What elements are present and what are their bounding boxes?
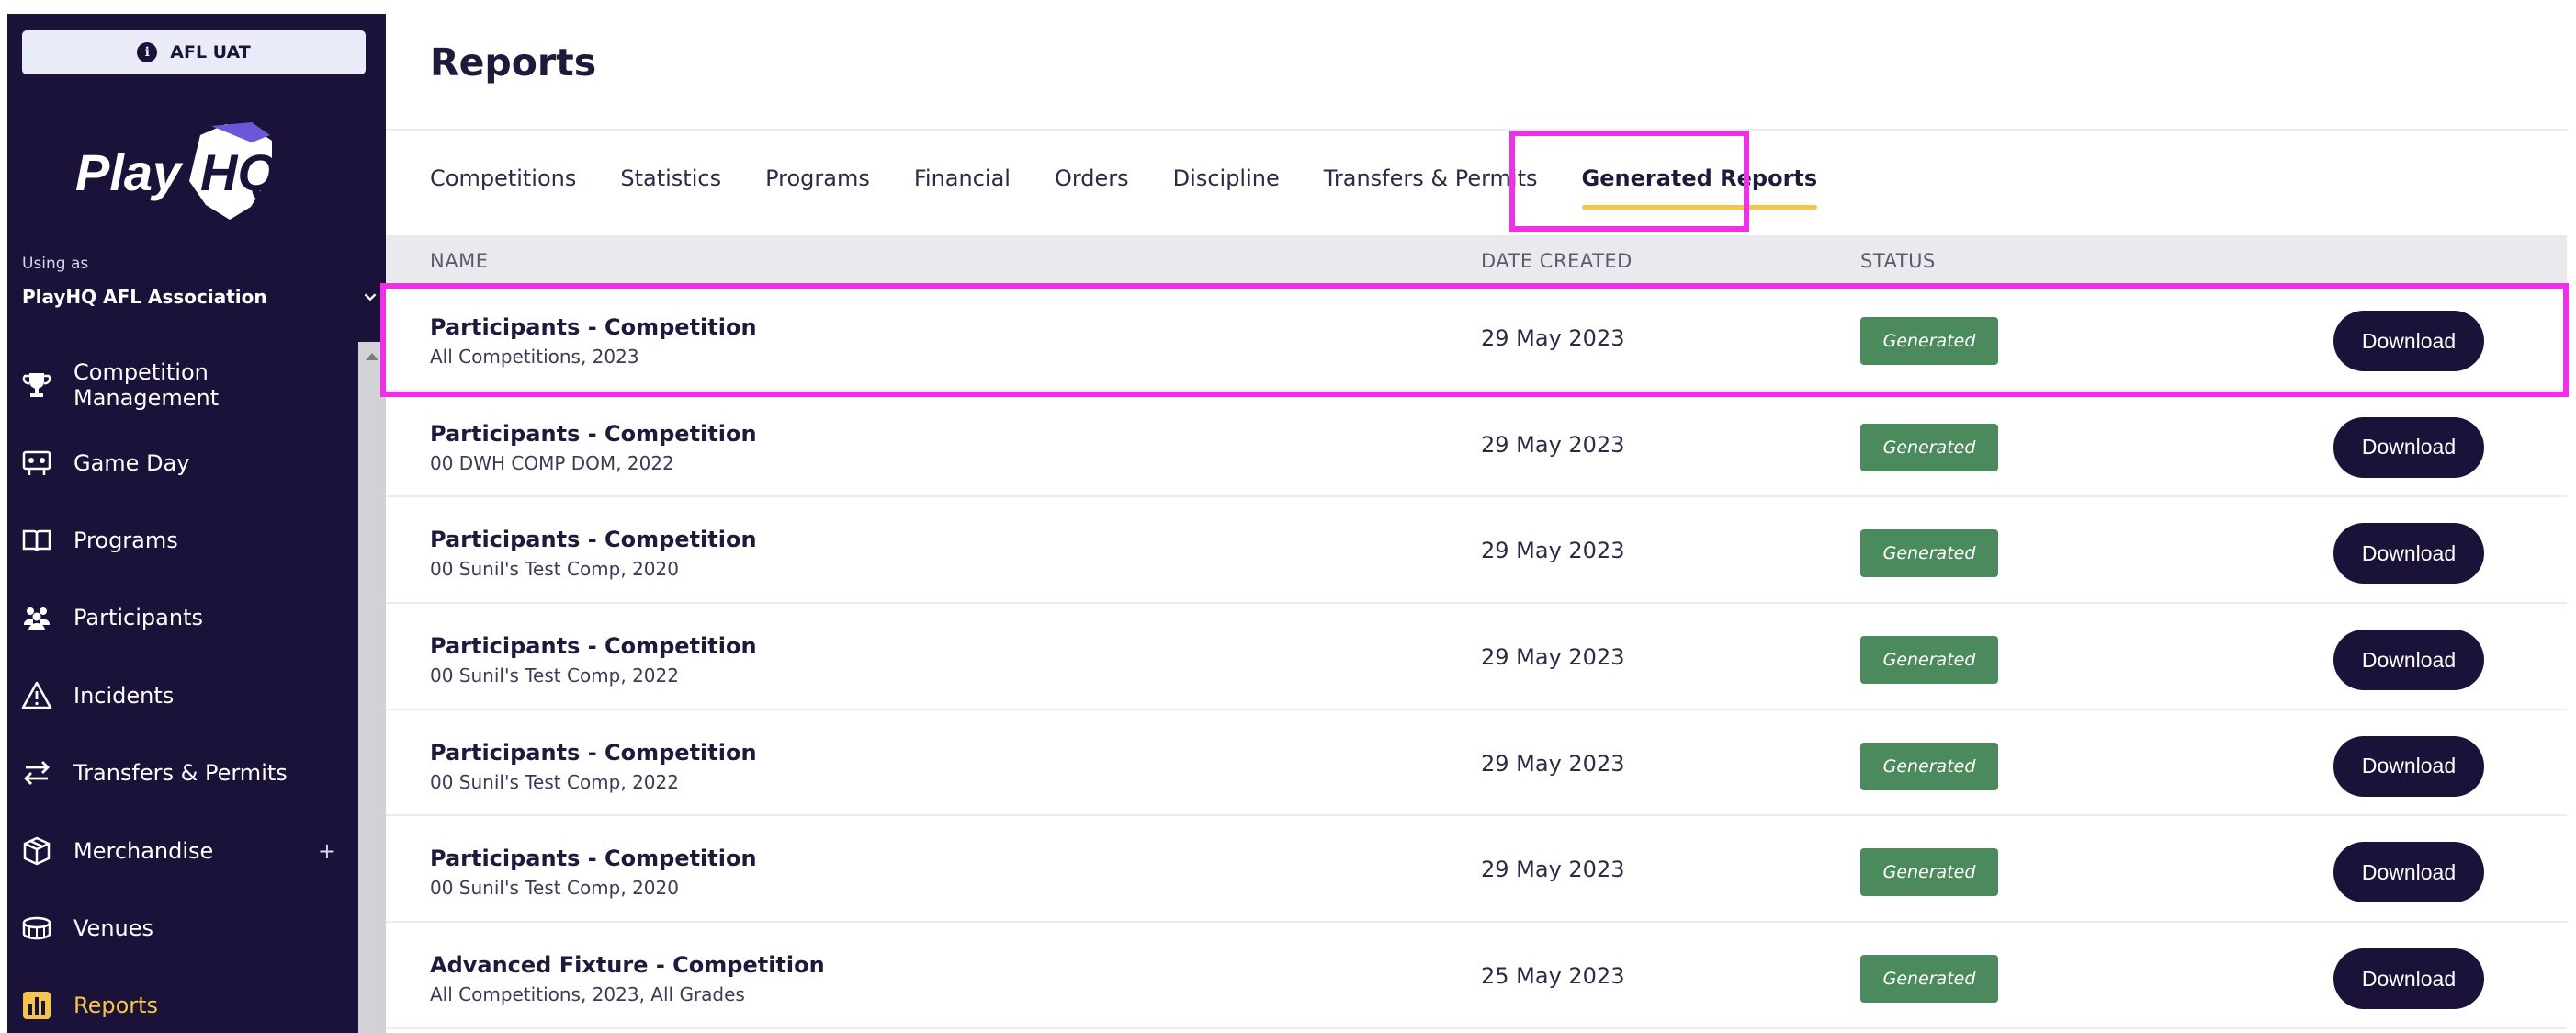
trophy-icon	[22, 373, 51, 398]
nav-item-game-day[interactable]: Game Day	[7, 424, 358, 501]
nav-item-label: Programs	[73, 527, 178, 553]
nav-item-programs[interactable]: Programs	[7, 502, 358, 579]
download-button[interactable]: Download	[2333, 948, 2484, 1010]
chevron-down-icon	[364, 293, 377, 301]
environment-badge[interactable]: i AFL UAT	[22, 30, 366, 74]
reports-icon	[23, 992, 51, 1020]
tab-orders[interactable]: Orders	[1055, 165, 1129, 191]
report-name: Participants - Competition	[430, 633, 757, 660]
report-name: Participants - Competition	[430, 739, 757, 766]
warning-icon	[21, 681, 52, 709]
expand-plus-icon[interactable]: +	[318, 838, 336, 864]
download-button[interactable]: Download	[2333, 416, 2484, 478]
status-badge: Generated	[1860, 955, 1998, 1004]
sidebar-scrollbar[interactable]	[358, 342, 386, 1033]
svg-text:HQ: HQ	[200, 143, 277, 201]
report-name: Participants - Competition	[430, 420, 757, 447]
download-button[interactable]: Download	[2333, 842, 2484, 903]
date-created: 29 May 2023	[1481, 431, 1625, 458]
nav-item-label: Transfers & Permits	[73, 760, 288, 787]
date-created: 25 May 2023	[1481, 963, 1625, 990]
date-created: 29 May 2023	[1481, 857, 1625, 883]
download-button[interactable]: Download	[2333, 735, 2484, 797]
page-title: Reports	[430, 40, 597, 85]
organisation-switcher[interactable]: PlayHQ AFL Association	[22, 286, 380, 308]
tab-programs[interactable]: Programs	[765, 165, 870, 191]
using-as-label: Using as	[22, 255, 89, 273]
report-scope: 00 DWH COMP DOM, 2022	[430, 451, 674, 474]
column-header-name: NAME	[430, 250, 489, 272]
transfer-icon	[24, 761, 50, 786]
people-icon	[23, 607, 51, 631]
nav-item-label: Reports	[73, 993, 159, 1019]
main-nav: Competition Management Game Day Programs…	[7, 346, 358, 1033]
table-row: Participants - Competition 00 Sunil's Te…	[386, 604, 2567, 710]
nav-item-competition-management[interactable]: Competition Management	[7, 346, 358, 424]
nav-item-label: Incidents	[73, 682, 175, 709]
column-header-date-created: DATE CREATED	[1481, 250, 1633, 272]
status-badge: Generated	[1860, 529, 1998, 578]
environment-label: AFL UAT	[170, 42, 251, 62]
table-row: Participants - Competition 00 Sunil's Te…	[386, 710, 2567, 817]
tab-discipline[interactable]: Discipline	[1173, 165, 1280, 191]
download-button[interactable]: Download	[2333, 523, 2484, 585]
tab-statistics[interactable]: Statistics	[620, 165, 721, 191]
nav-item-label: Merchandise	[73, 837, 214, 864]
report-scope: 00 Sunil's Test Comp, 2022	[430, 770, 679, 793]
box-icon	[23, 836, 51, 865]
table-row: Participants - Competition 00 DWH COMP D…	[386, 392, 2567, 498]
download-button[interactable]: Download	[2333, 630, 2484, 691]
status-badge: Generated	[1860, 742, 1998, 790]
generated-reports-tab-highlight	[1509, 131, 1749, 232]
nav-item-label: Venues	[73, 914, 154, 941]
nav-item-label: Competition Management	[73, 359, 220, 412]
report-scope: 00 Sunil's Test Comp, 2020	[430, 558, 679, 581]
tab-competitions[interactable]: Competitions	[430, 165, 576, 191]
column-header-status: STATUS	[1860, 250, 1936, 272]
tab-financial[interactable]: Financial	[914, 165, 1011, 191]
date-created: 29 May 2023	[1481, 644, 1625, 671]
scroll-up-arrow-icon[interactable]	[366, 353, 378, 360]
report-name: Participants - Competition	[430, 846, 757, 872]
sidebar: i AFL UAT Play HQ Using as PlayHQ AFL As…	[7, 14, 386, 1033]
nav-item-transfers-permits[interactable]: Transfers & Permits	[7, 734, 358, 812]
nav-item-participants[interactable]: Participants	[7, 579, 358, 656]
table-row: Advanced Fixture - Competition All Compe…	[386, 923, 2567, 1029]
playhq-logo[interactable]: Play HQ	[72, 117, 292, 227]
table-header: NAME DATE CREATED STATUS	[386, 235, 2567, 285]
book-icon	[22, 529, 51, 552]
nav-item-venues[interactable]: Venues	[7, 890, 358, 967]
scoreboard-icon	[22, 450, 51, 475]
table-row: Participants - Competition 00 Sunil's Te…	[386, 816, 2567, 924]
nav-item-label: Participants	[73, 605, 203, 631]
organisation-name: PlayHQ AFL Association	[22, 286, 267, 308]
status-badge: Generated	[1860, 636, 1998, 685]
report-scope: All Competitions, 2023, All Grades	[430, 983, 745, 1006]
report-scope: 00 Sunil's Test Comp, 2020	[430, 877, 679, 900]
status-badge: Generated	[1860, 848, 1998, 897]
report-tabs: Competitions Statistics Programs Financi…	[386, 129, 2567, 235]
table-row: Participants - Competition 00 Sunil's Te…	[386, 497, 2567, 605]
report-name: Advanced Fixture - Competition	[430, 952, 825, 979]
nav-item-merchandise[interactable]: Merchandise +	[7, 812, 358, 889]
report-scope: 00 Sunil's Test Comp, 2022	[430, 664, 679, 687]
nav-item-incidents[interactable]: Incidents	[7, 657, 358, 734]
report-name: Participants - Competition	[430, 527, 757, 553]
tab-transfers-permits[interactable]: Transfers & Permits	[1324, 165, 1538, 191]
nav-item-reports[interactable]: Reports	[7, 967, 358, 1033]
date-created: 29 May 2023	[1481, 538, 1625, 564]
first-row-highlight	[380, 283, 2569, 397]
stadium-icon	[22, 916, 51, 940]
status-badge: Generated	[1860, 423, 1998, 471]
svg-text:Play: Play	[75, 143, 184, 201]
nav-item-label: Game Day	[73, 449, 190, 476]
date-created: 29 May 2023	[1481, 750, 1625, 777]
info-icon: i	[137, 42, 158, 62]
